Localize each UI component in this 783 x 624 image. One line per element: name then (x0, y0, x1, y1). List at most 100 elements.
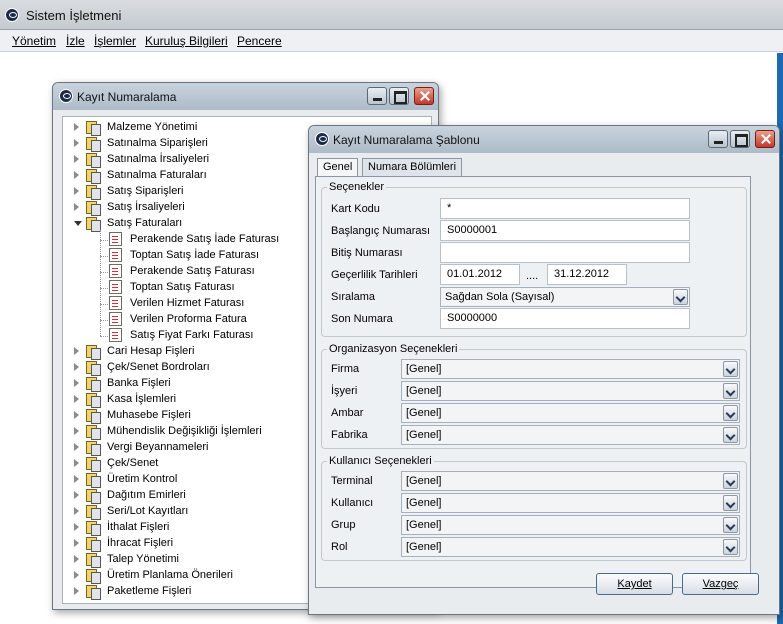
field-label: Rol (331, 541, 348, 553)
chevron-down-icon[interactable] (723, 473, 738, 489)
menu-islemler[interactable]: İşlemler (94, 34, 136, 48)
chevron-down-icon[interactable] (723, 383, 738, 399)
maximize-icon[interactable] (389, 87, 409, 105)
expand-icon[interactable] (74, 347, 79, 355)
tree-item-label: Paketleme Fişleri (107, 585, 192, 597)
select-field[interactable]: [Genel] (401, 515, 740, 535)
menu-izle[interactable]: İzle (66, 34, 85, 48)
folder-icon (84, 569, 101, 584)
save-button[interactable]: Kaydet (596, 573, 673, 595)
expand-icon[interactable] (74, 379, 79, 387)
tree-connector (100, 272, 108, 273)
dialog-logo-icon (315, 132, 329, 146)
folder-icon (84, 137, 101, 152)
expand-icon[interactable] (74, 587, 79, 595)
tree-item-label: Satış İrsaliyeleri (107, 201, 185, 213)
close-icon[interactable] (414, 87, 434, 105)
tree-subitem-label: Verilen Hizmet Faturası (130, 297, 245, 309)
folder-icon (84, 505, 101, 520)
expand-icon[interactable] (74, 491, 79, 499)
chevron-down-icon[interactable] (723, 517, 738, 533)
document-icon (109, 280, 122, 294)
expand-icon[interactable] (74, 475, 79, 483)
document-icon (109, 312, 122, 326)
org-group-title: Organizasyon Seçenekleri (327, 343, 460, 355)
chevron-down-icon[interactable] (723, 361, 738, 377)
select-field[interactable]: [Genel] (401, 381, 740, 401)
folder-icon (84, 153, 101, 168)
tab-genel[interactable]: Genel (317, 158, 359, 177)
select-field[interactable]: [Genel] (401, 471, 740, 491)
tree-subitem-label: Toptan Satış Faturası (130, 281, 235, 293)
dialog-title: Kayıt Numaralama Şablonu (333, 133, 480, 147)
tree-connector (100, 288, 108, 289)
expand-icon[interactable] (74, 427, 79, 435)
date-picker-icon[interactable]: .... (526, 270, 538, 282)
expand-icon[interactable] (74, 203, 79, 211)
minimize-icon[interactable] (367, 87, 387, 105)
date-to-input[interactable]: 31.12.2012 (547, 264, 627, 285)
expand-icon[interactable] (74, 155, 79, 163)
expand-icon[interactable] (74, 523, 79, 531)
folder-icon (84, 377, 101, 392)
folder-icon (84, 361, 101, 376)
tree-item-label: Banka Fişleri (107, 377, 171, 389)
tree-item-label: Talep Yönetimi (107, 553, 179, 565)
menu-yonetim[interactable]: Yönetim (12, 34, 56, 48)
select-value: [Genel] (406, 519, 442, 531)
kart-kodu-input[interactable]: * (440, 198, 690, 219)
organization-options-group: Organizasyon Seçenekleri Firma [Genel] İşy… (321, 343, 747, 449)
chevron-down-icon[interactable] (673, 289, 688, 305)
tree-subitem-label: Toptan Satış İade Faturası (130, 249, 260, 261)
tree-item-label: Seri/Lot Kayıtları (107, 505, 189, 517)
expand-icon[interactable] (74, 571, 79, 579)
field-label: İşyeri (331, 385, 358, 397)
expand-icon[interactable] (74, 171, 79, 179)
baslangic-numarasi-input[interactable]: S0000001 (440, 220, 690, 241)
expand-icon[interactable] (74, 539, 79, 547)
expand-icon[interactable] (74, 507, 79, 515)
expand-icon[interactable] (74, 123, 79, 131)
tree-connector (100, 240, 108, 241)
expand-icon[interactable] (74, 139, 79, 147)
tree-connector (100, 336, 108, 337)
menu-kurulus-bilgileri[interactable]: Kuruluş Bilgileri (145, 34, 228, 48)
expand-icon[interactable] (74, 395, 79, 403)
field-label: Grup (331, 519, 356, 531)
tab-numara-bolumleri[interactable]: Numara Bölümleri (362, 158, 463, 176)
select-field[interactable]: [Genel] (401, 403, 740, 423)
expand-icon[interactable] (74, 187, 79, 195)
maximize-icon[interactable] (730, 130, 750, 148)
chevron-down-icon[interactable] (723, 539, 738, 555)
cancel-button[interactable]: Vazgeç (682, 573, 759, 595)
bitis-numarasi-input[interactable] (440, 242, 690, 263)
expand-icon[interactable] (74, 555, 79, 563)
expand-icon[interactable] (74, 443, 79, 451)
app-title: Sistem İşletmeni (26, 8, 122, 23)
select-field[interactable]: [Genel] (401, 359, 740, 379)
window-titlebar[interactable]: Kayıt Numaralama (53, 83, 438, 110)
expand-icon[interactable] (74, 411, 79, 419)
chevron-down-icon[interactable] (723, 495, 738, 511)
chevron-down-icon[interactable] (723, 405, 738, 421)
expand-icon[interactable] (74, 459, 79, 467)
collapse-icon[interactable] (74, 221, 82, 226)
tree-item-label: Malzeme Yönetimi (107, 121, 198, 133)
close-icon[interactable] (755, 130, 775, 148)
tree-subitem-label: Verilen Proforma Fatura (130, 313, 247, 325)
dialog-titlebar[interactable]: Kayıt Numaralama Şablonu (309, 126, 779, 153)
menu-pencere[interactable]: Pencere (237, 34, 282, 48)
tree-connector (100, 320, 108, 321)
expand-icon[interactable] (74, 363, 79, 371)
chevron-down-icon[interactable] (723, 427, 738, 443)
folder-icon (84, 441, 101, 456)
son-numara-input[interactable]: S0000000 (440, 308, 690, 329)
siralama-select[interactable]: Sağdan Sola (Sayısal) (440, 287, 690, 307)
select-field[interactable]: [Genel] (401, 537, 740, 557)
field-label: Kullanıcı (331, 497, 374, 509)
minimize-icon[interactable] (708, 130, 728, 148)
select-field[interactable]: [Genel] (401, 493, 740, 513)
select-field[interactable]: [Genel] (401, 425, 740, 445)
date-from-input[interactable]: 01.01.2012 (440, 264, 520, 285)
bitis-numarasi-label: Bitiş Numarası (331, 247, 403, 259)
